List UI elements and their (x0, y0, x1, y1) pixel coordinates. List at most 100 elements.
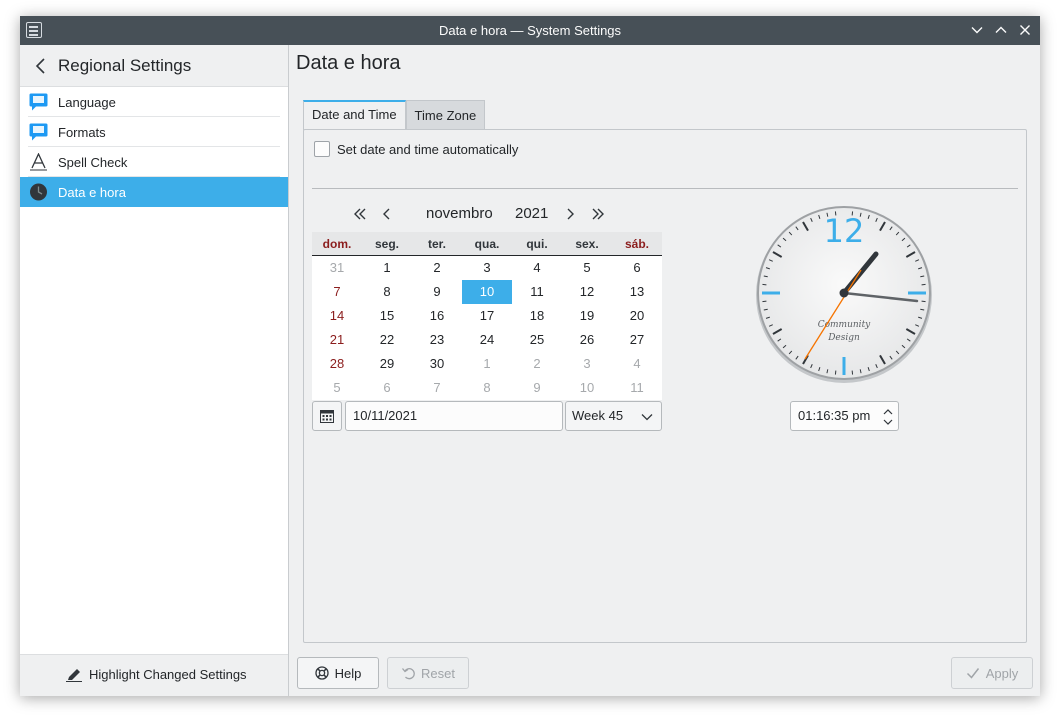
spell-check-icon (30, 153, 47, 171)
calendar-day[interactable]: 9 (512, 376, 562, 400)
close-button[interactable] (1016, 21, 1034, 39)
calendar-grid: dom. seg. ter. qua. qui. sex. sáb. 31 1 2 3 4 5 6 7 8 9… (312, 232, 662, 400)
clock-brand-line2: Design (827, 333, 860, 343)
calendar-day[interactable]: 13 (612, 280, 662, 304)
auto-date-time-label: Set date and time automatically (337, 141, 519, 157)
calendar-day[interactable]: 7 (412, 376, 462, 400)
calendar-day[interactable]: 30 (412, 352, 462, 376)
apply-button[interactable]: Apply (951, 657, 1033, 689)
calendar-day[interactable]: 21 (312, 328, 362, 352)
calendar-day[interactable]: 8 (362, 280, 412, 304)
sidebar-item-formats[interactable]: Formats (20, 117, 288, 147)
calendar-weekday-label: qua. (474, 237, 500, 251)
previous-year-icon[interactable] (352, 206, 368, 222)
calendar-day[interactable]: 24 (462, 328, 512, 352)
sidebar-item-label: Data e hora (58, 185, 126, 200)
highlight-changed-settings-button[interactable]: Highlight Changed Settings (65, 666, 247, 682)
help-button-label: Help (334, 665, 362, 681)
calendar-day[interactable]: 10 (462, 280, 512, 304)
reset-button[interactable]: Reset (387, 657, 469, 689)
calendar-day[interactable]: 29 (362, 352, 412, 376)
time-value: 01:16:35 pm (798, 408, 871, 423)
sidebar-footer: Highlight Changed Settings (20, 654, 288, 696)
calendar-day[interactable]: 26 (562, 328, 612, 352)
sidebar-item-language[interactable]: Language (20, 87, 288, 117)
calendar-day[interactable]: 8 (462, 376, 512, 400)
calendar-day[interactable]: 5 (312, 376, 362, 400)
clock-center (839, 288, 849, 298)
calendar-day[interactable]: 15 (362, 304, 412, 328)
calendar-day[interactable]: 6 (362, 376, 412, 400)
time-field[interactable]: 01:16:35 pm (790, 401, 899, 431)
calendar-day[interactable]: 1 (362, 256, 412, 280)
auto-date-time-checkbox[interactable] (314, 141, 330, 157)
calendar-day[interactable]: 11 (512, 280, 562, 304)
auto-date-time-option[interactable]: Set date and time automatically (314, 141, 518, 157)
chevron-up-icon (995, 26, 1007, 33)
calendar-day[interactable]: 25 (512, 328, 562, 352)
calendar-day[interactable]: 12 (562, 280, 612, 304)
sidebar-header: Regional Settings (20, 45, 288, 87)
calendar-day[interactable]: 4 (512, 256, 562, 280)
sidebar-item-label: Language (58, 95, 116, 110)
reset-button-label: Reset (421, 665, 455, 681)
date-and-time-panel: Set date and time automatically novembro… (303, 129, 1027, 643)
calendar-day[interactable]: 27 (612, 328, 662, 352)
calendar-day[interactable]: 2 (412, 256, 462, 280)
calendar-weekday-label: qui. (526, 237, 548, 251)
calendar-day[interactable]: 11 (612, 376, 662, 400)
calendar-day[interactable]: 2 (512, 352, 562, 376)
calendar-day[interactable]: 19 (562, 304, 612, 328)
sidebar-title: Regional Settings (58, 56, 192, 75)
calendar-popup-button[interactable] (312, 401, 342, 431)
title-bar[interactable]: Data e hora — System Settings (20, 16, 1040, 45)
sidebar-item-label: Spell Check (58, 155, 128, 170)
close-icon (1020, 25, 1030, 35)
calendar-day[interactable]: 22 (362, 328, 412, 352)
date-field[interactable]: 10/11/2021 (345, 401, 563, 431)
calendar-day[interactable]: 17 (462, 304, 512, 328)
week-select[interactable]: Week 45 (565, 401, 662, 431)
calendar-day[interactable]: 6 (612, 256, 662, 280)
sidebar-item-spell-check[interactable]: Spell Check (20, 147, 288, 177)
divider (312, 188, 1018, 189)
date-input-row: 10/11/2021 Week 45 (312, 401, 662, 431)
calendar-day[interactable]: 1 (462, 352, 512, 376)
calendar-day[interactable]: 9 (412, 280, 462, 304)
previous-month-icon[interactable] (379, 206, 395, 222)
system-settings-window: Data e hora — System Settings Regional S… (20, 16, 1040, 696)
calendar-day[interactable]: 23 (412, 328, 462, 352)
help-button[interactable]: Help (297, 657, 379, 689)
calendar-year[interactable]: 2021 (515, 205, 548, 222)
time-spinner-icon[interactable] (882, 406, 894, 428)
window-title: Data e hora — System Settings (438, 23, 622, 38)
calendar-day[interactable]: 20 (612, 304, 662, 328)
next-year-icon[interactable] (590, 206, 606, 222)
back-arrow-icon[interactable] (32, 56, 50, 76)
calendar-day[interactable]: 31 (312, 256, 362, 280)
apply-button-label: Apply (985, 665, 1019, 681)
calendar-day[interactable]: 18 (512, 304, 562, 328)
calendar-weekday-label: sex. (575, 237, 599, 251)
chevron-down-icon (971, 27, 983, 34)
tab-time-zone[interactable]: Time Zone (405, 100, 486, 130)
calendar-day[interactable]: 10 (562, 376, 612, 400)
calendar-day[interactable]: 28 (312, 352, 362, 376)
help-icon (314, 666, 329, 680)
minimize-button[interactable] (968, 21, 986, 39)
calendar-day[interactable]: 7 (312, 280, 362, 304)
maximize-button[interactable] (992, 21, 1010, 39)
calendar-day[interactable]: 3 (562, 352, 612, 376)
calendar-day[interactable]: 4 (612, 352, 662, 376)
calendar-day[interactable]: 14 (312, 304, 362, 328)
sidebar: Regional Settings Language Formats Spell… (20, 45, 289, 696)
sidebar-item-label: Formats (58, 125, 106, 140)
calendar-day[interactable]: 3 (462, 256, 512, 280)
calendar-day[interactable]: 5 (562, 256, 612, 280)
calendar-weekday-header: dom. seg. ter. qua. qui. sex. sáb. (312, 232, 662, 256)
calendar-day[interactable]: 16 (412, 304, 462, 328)
calendar-month[interactable]: novembro (426, 205, 493, 222)
sidebar-item-data-e-hora[interactable]: Data e hora (20, 177, 288, 207)
tab-date-and-time[interactable]: Date and Time (303, 100, 406, 130)
next-month-icon[interactable] (562, 206, 578, 222)
